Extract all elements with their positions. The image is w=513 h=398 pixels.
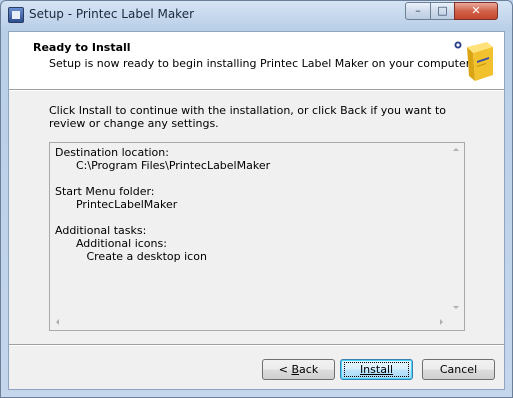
software-box-icon — [453, 40, 493, 81]
scroll-down-icon[interactable] — [453, 306, 459, 309]
scroll-left-icon[interactable] — [56, 319, 59, 325]
ready-memo-text: Destination location: C:\Program Files\P… — [55, 146, 271, 263]
install-button[interactable]: Install — [340, 359, 413, 380]
wizard-client-area: Ready to Install Setup is now ready to b… — [8, 31, 505, 390]
scrollbar-corner — [449, 314, 464, 330]
header-separator — [9, 89, 504, 91]
back-label-rest: ack — [299, 363, 319, 376]
setup-window: Setup - Printec Label Maker – □ ✕ Ready … — [0, 0, 513, 398]
vertical-scrollbar[interactable] — [449, 143, 464, 314]
scroll-up-icon[interactable] — [453, 148, 459, 151]
back-label-prefix: < — [278, 363, 292, 376]
setup-app-icon — [8, 7, 24, 23]
horizontal-scrollbar[interactable] — [50, 314, 449, 330]
back-button[interactable]: < Back — [262, 359, 335, 380]
focus-rectangle — [344, 362, 409, 377]
ready-memo[interactable]: Destination location: C:\Program Files\P… — [49, 142, 465, 331]
intro-text: Click Install to continue with the insta… — [49, 104, 447, 130]
back-hotkey: B — [291, 363, 300, 376]
scroll-right-icon[interactable] — [440, 319, 443, 325]
close-button[interactable]: ✕ — [454, 2, 498, 20]
title-bar[interactable]: Setup - Printec Label Maker – □ ✕ — [1, 1, 512, 29]
cancel-button[interactable]: Cancel — [422, 359, 495, 380]
page-subtitle: Setup is now ready to begin installing P… — [49, 57, 473, 70]
window-title: Setup - Printec Label Maker — [29, 7, 195, 21]
maximize-button[interactable]: □ — [430, 2, 455, 20]
minimize-button[interactable]: – — [405, 2, 431, 20]
page-title: Ready to Install — [33, 41, 131, 54]
footer-separator — [9, 344, 504, 346]
wizard-header: Ready to Install Setup is now ready to b… — [9, 32, 504, 89]
